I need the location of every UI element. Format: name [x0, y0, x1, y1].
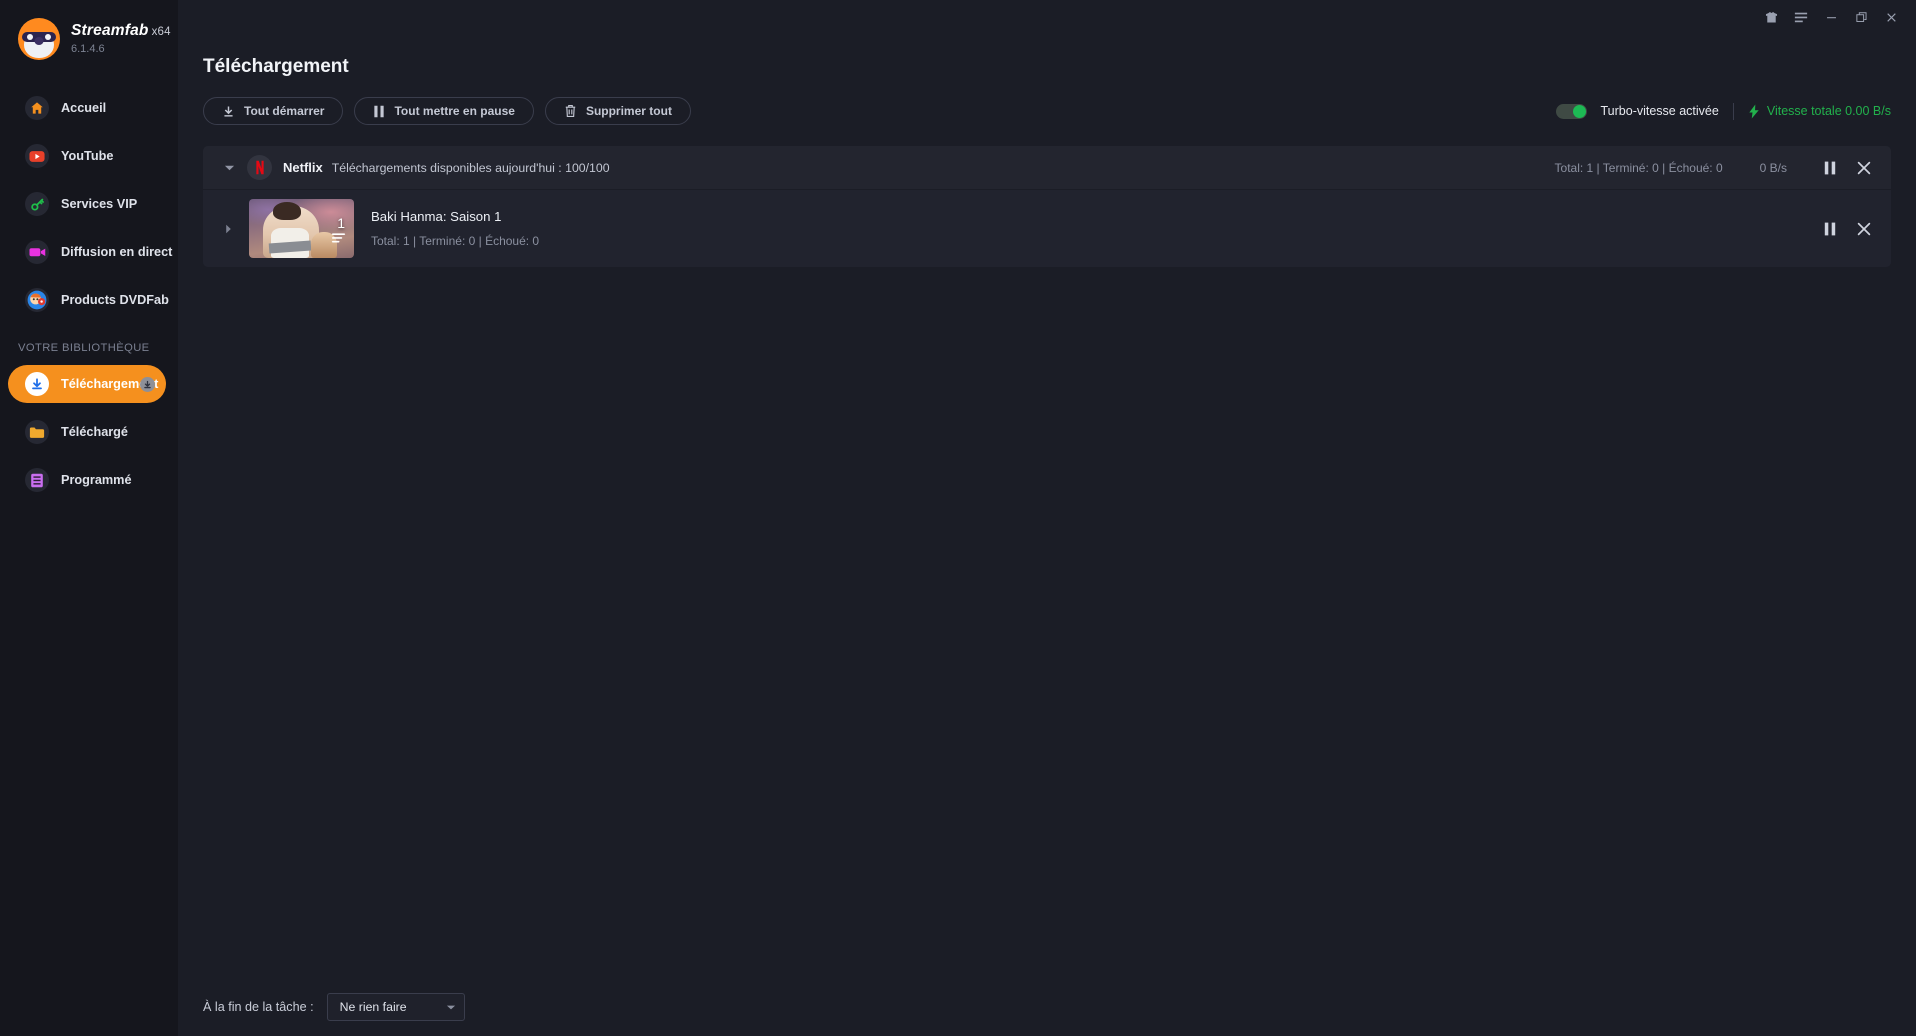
sidebar-section-label: VOTRE BIBLIOTHÈQUE [18, 342, 150, 354]
folder-icon [25, 420, 49, 444]
bolt-icon [1749, 103, 1759, 119]
turbo-toggle[interactable] [1555, 103, 1587, 119]
group-stats: Total: 1 | Terminé: 0 | Échoué: 0 [1554, 160, 1723, 175]
sidebar-item-label: YouTube [61, 149, 114, 163]
group-close-button[interactable] [1847, 151, 1881, 185]
group-header: Netflix Téléchargements disponibles aujo… [203, 146, 1891, 189]
task-pause-button[interactable] [1813, 212, 1847, 246]
task-end-action-label: À la fin de la tâche : [203, 1000, 314, 1014]
group-speed: 0 B/s [1759, 160, 1787, 175]
brand-text: Streamfab x64 6.1.4.6 [71, 22, 171, 55]
task-close-button[interactable] [1847, 212, 1881, 246]
sidebar: Streamfab x64 6.1.4.6 Accueil YouTube Se… [0, 0, 178, 1036]
turbo-label: Turbo-vitesse activée [1600, 104, 1719, 118]
sidebar-item-label: Diffusion en direct [61, 245, 173, 259]
sidebar-item-telechargement[interactable]: Téléchargement [8, 365, 166, 403]
chevron-down-icon[interactable] [220, 159, 238, 177]
main-panel: Téléchargement Tout démarrer Tout mettre… [178, 34, 1916, 1036]
youtube-icon [25, 144, 49, 168]
dvdfab-icon [25, 288, 49, 312]
menu-icon[interactable] [1786, 4, 1816, 30]
sidebar-item-products-dvdfab[interactable]: Products DVDFab [8, 281, 169, 319]
pause-all-button[interactable]: Tout mettre en pause [354, 97, 534, 125]
trash-icon [565, 105, 576, 117]
toolbar-right: Turbo-vitesse activée Vitesse totale 0.0… [1555, 102, 1891, 120]
brand-name: Streamfab x64 [71, 22, 171, 40]
group-header-right: Total: 1 | Terminé: 0 | Échoué: 0 0 B/s [1555, 151, 1881, 185]
app-body: Streamfab x64 6.1.4.6 Accueil YouTube Se… [0, 0, 1916, 1036]
group-site-name: Netflix [283, 160, 323, 175]
sidebar-item-label: Services VIP [61, 197, 138, 211]
sidebar-nav: Accueil YouTube Services VIP Diffusion e… [0, 78, 178, 504]
delete-all-button[interactable]: Supprimer tout [544, 97, 691, 125]
group-quota: Téléchargements disponibles aujourd'hui … [331, 160, 610, 175]
home-icon [25, 96, 49, 120]
pause-icon [1824, 222, 1836, 235]
task-end-action-value: Ne rien faire [339, 1000, 407, 1014]
task-actions [1813, 212, 1881, 246]
title-bar [0, 0, 1916, 34]
task-row[interactable]: 1 Baki Hanma: Saison 1 Total: 1 | Termin… [203, 189, 1891, 267]
chevron-down-icon [446, 1004, 456, 1011]
pause-icon [1824, 161, 1836, 174]
total-speed-label: Vitesse totale 0.00 B/s [1766, 104, 1891, 118]
brand: Streamfab x64 6.1.4.6 [0, 0, 178, 78]
download-badge-icon [140, 376, 155, 392]
download-list: Netflix Téléchargements disponibles aujo… [178, 125, 1916, 978]
close-icon [1857, 222, 1871, 235]
episode-list-icon [331, 231, 346, 249]
task-stats: Total: 1 | Terminé: 0 | Échoué: 0 [371, 234, 540, 248]
close-icon [1857, 161, 1871, 174]
download-arrow-icon [224, 105, 233, 117]
sidebar-item-label: Accueil [61, 101, 107, 115]
task-info: Baki Hanma: Saison 1 Total: 1 | Terminé:… [371, 209, 539, 248]
app-window: Streamfab x64 6.1.4.6 Accueil YouTube Se… [0, 0, 1916, 1036]
sidebar-item-programme[interactable]: Programmé [8, 461, 166, 499]
download-group-netflix: Netflix Téléchargements disponibles aujo… [203, 146, 1891, 267]
toolbar-divider [1732, 102, 1734, 120]
pause-icon [374, 105, 385, 117]
download-icon [25, 372, 49, 396]
sidebar-item-services-vip[interactable]: Services VIP [8, 185, 166, 223]
episode-count: 1 [337, 215, 345, 231]
sidebar-item-label: Programmé [61, 473, 132, 487]
total-speed: Vitesse totale 0.00 B/s [1748, 103, 1891, 119]
sidebar-item-label: Products DVDFab [61, 293, 169, 307]
task-title: Baki Hanma: Saison 1 [371, 209, 502, 224]
sidebar-item-accueil[interactable]: Accueil [8, 89, 166, 127]
page-title: Téléchargement [203, 56, 349, 77]
sidebar-item-telecharge[interactable]: Téléchargé [8, 413, 166, 451]
start-all-label: Tout démarrer [244, 104, 325, 118]
sidebar-item-diffusion-en-direct[interactable]: Diffusion en direct [8, 233, 172, 271]
sidebar-item-youtube[interactable]: YouTube [8, 137, 166, 175]
brand-arch: x64 [151, 26, 171, 39]
schedule-icon [25, 468, 49, 492]
netflix-icon [247, 155, 272, 180]
close-icon[interactable] [1876, 4, 1906, 30]
delete-all-label: Supprimer tout [585, 104, 672, 118]
start-all-button[interactable]: Tout démarrer [203, 97, 344, 125]
brand-version: 6.1.4.6 [71, 43, 105, 56]
video-camera-icon [25, 240, 49, 264]
pause-all-label: Tout mettre en pause [394, 104, 515, 118]
brand-name-text: Streamfab [71, 22, 149, 40]
sidebar-item-label: Téléchargé [61, 425, 128, 439]
key-icon [25, 192, 49, 216]
task-end-action-select[interactable]: Ne rien faire [326, 993, 465, 1021]
app-logo-icon [18, 18, 60, 60]
toolbar: Tout démarrer Tout mettre en pause Suppr… [178, 78, 1916, 125]
minimize-icon[interactable] [1816, 4, 1846, 30]
group-pause-button[interactable] [1813, 151, 1847, 185]
footer-bar: À la fin de la tâche : Ne rien faire [178, 978, 1916, 1036]
task-thumbnail: 1 [249, 199, 354, 258]
maximize-icon[interactable] [1846, 4, 1876, 30]
gift-icon[interactable] [1756, 4, 1786, 30]
chevron-right-icon[interactable] [220, 224, 236, 234]
